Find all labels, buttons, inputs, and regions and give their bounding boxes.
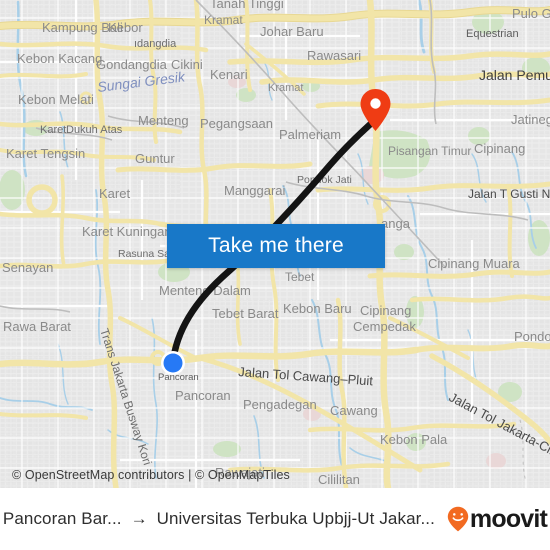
route-footer: Pancoran Bar... → Universitas Terbuka Up…: [0, 488, 550, 550]
route-origin-label: Pancoran Bar...: [2, 509, 122, 528]
route-destination-label: Universitas Terbuka Upbjj-Ut Jakar...: [156, 509, 435, 528]
take-me-there-button[interactable]: Take me there: [167, 224, 385, 268]
take-me-there-label: Take me there: [208, 234, 344, 257]
moovit-pin-icon: [447, 506, 469, 532]
route-arrow-icon: →: [130, 509, 148, 528]
destination-pin-icon[interactable]: [359, 88, 392, 132]
moovit-logo: moovit: [447, 504, 548, 533]
origin-dot-icon[interactable]: [160, 350, 186, 376]
moovit-map-screen: Kampung Bali Kebor Tanah Tinggi Kramat Johar…: [0, 0, 550, 550]
moovit-wordmark: moovit: [469, 504, 548, 533]
map-attribution: © OpenStreetMap contributors | © OpenMap…: [12, 468, 290, 482]
